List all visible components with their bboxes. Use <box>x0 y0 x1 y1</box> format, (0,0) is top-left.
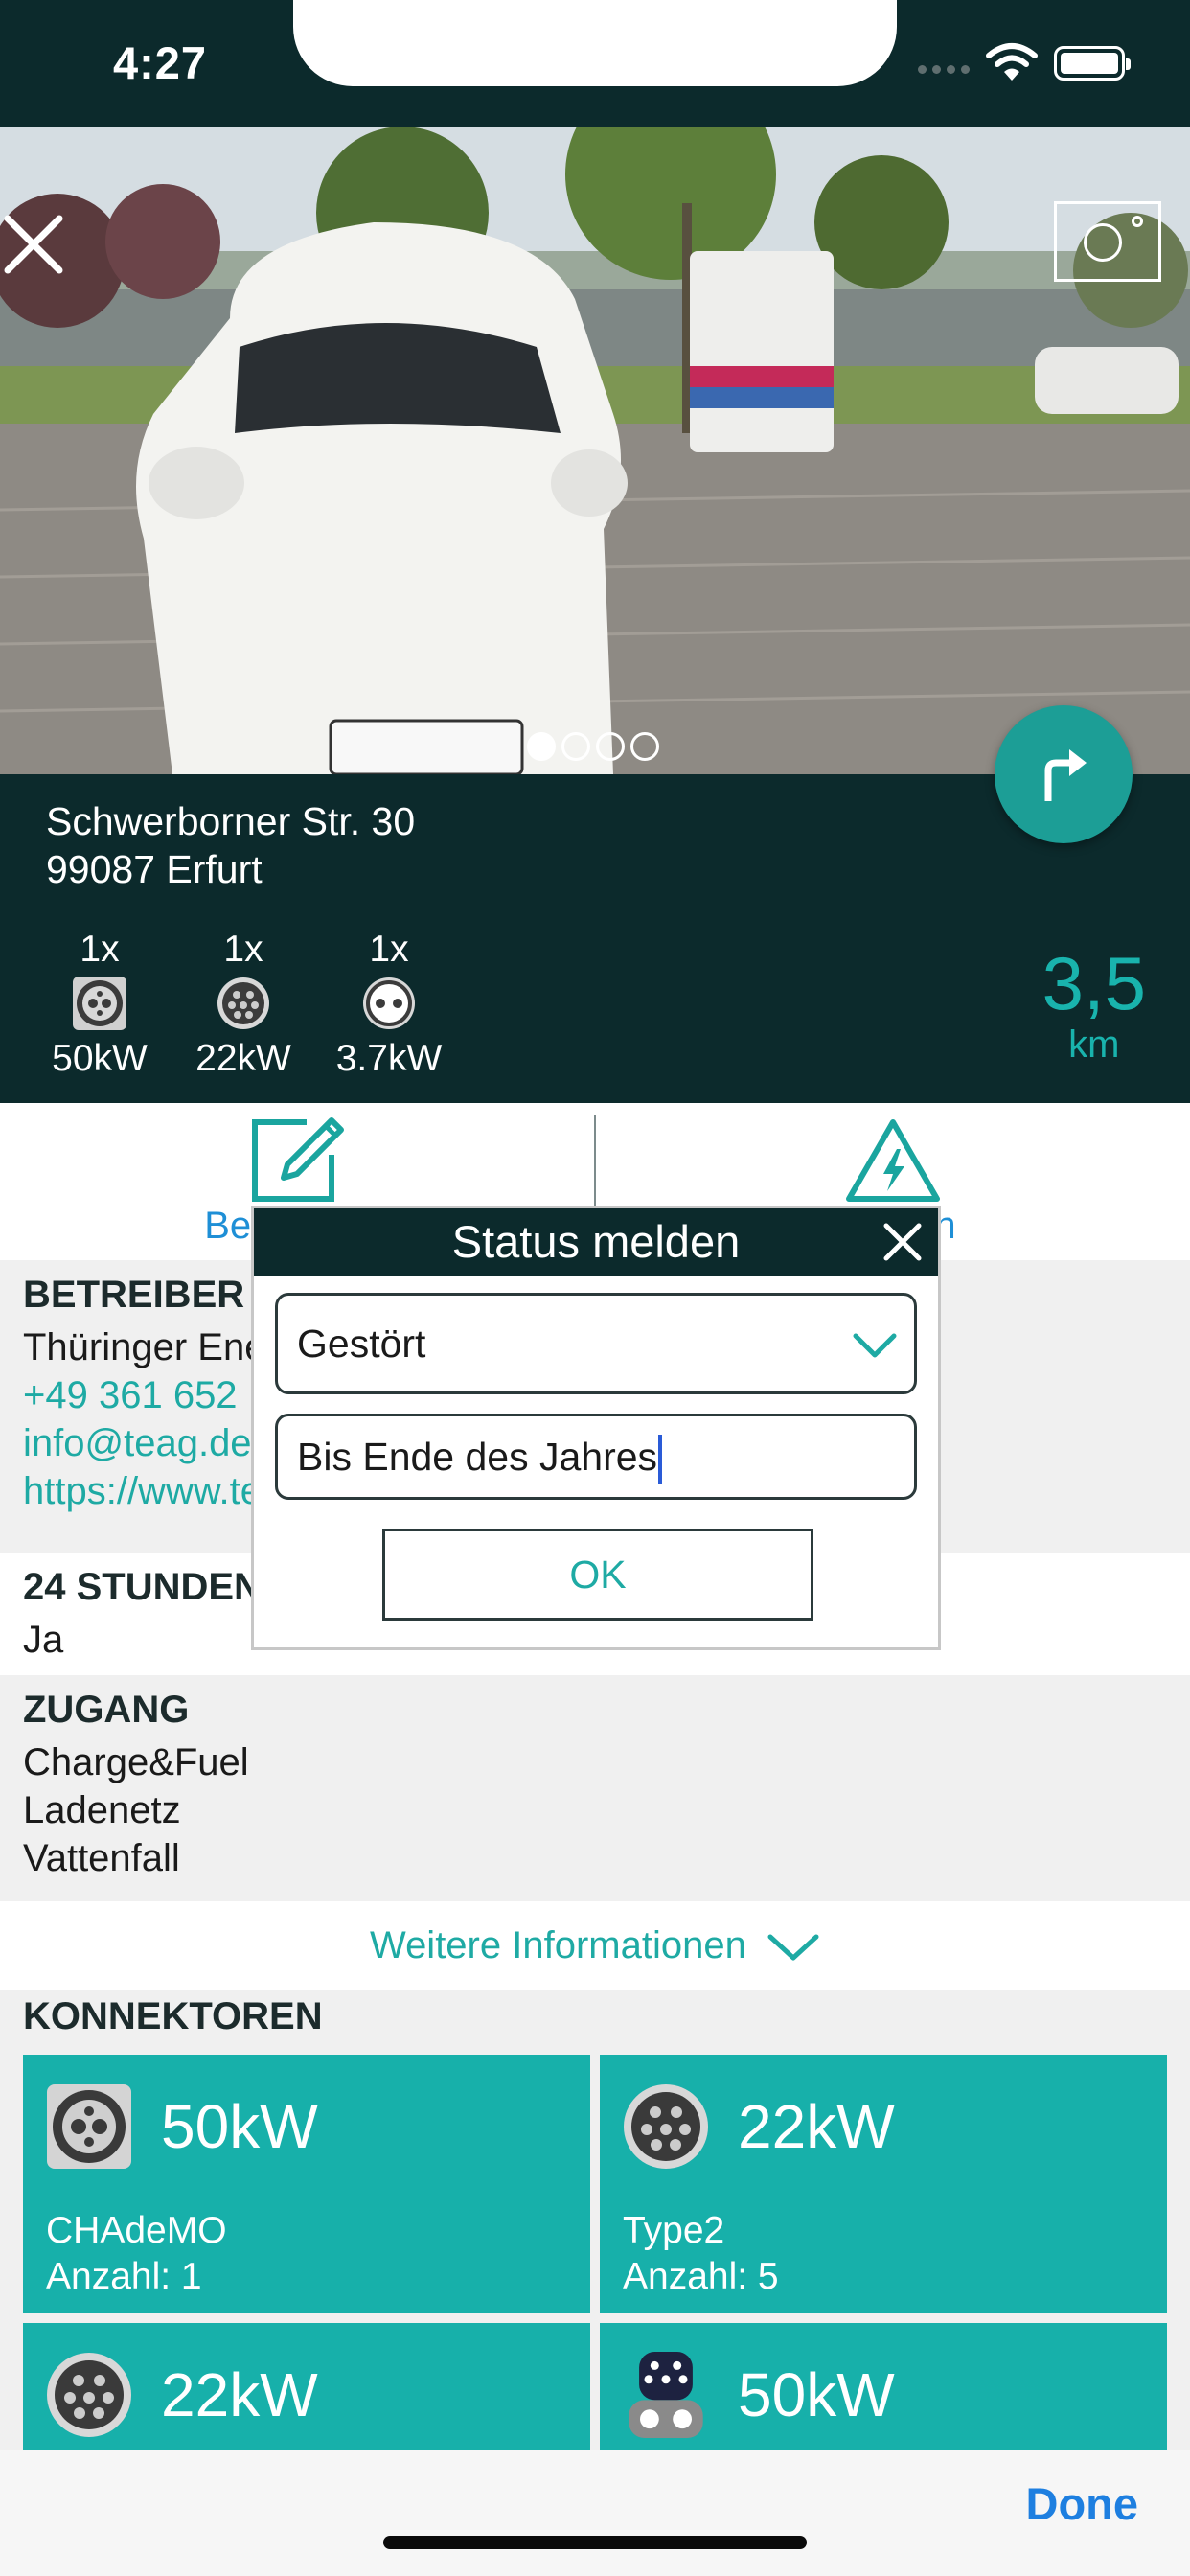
plug-power: 3.7kW <box>335 1038 443 1079</box>
station-address: Schwerborner Str. 30 99087 Erfurt <box>46 797 415 893</box>
device-notch <box>293 0 897 86</box>
done-button[interactable]: Done <box>1026 2477 1139 2530</box>
connectors-title: KONNEKTOREN <box>23 1995 323 2037</box>
connector-tile[interactable]: 22kW Type2 Anzahl: 5 <box>600 2055 1167 2313</box>
warning-lightning-icon <box>846 1119 940 1202</box>
access-section: ZUGANG Charge&Fuel Ladenetz Vattenfall <box>0 1675 1190 1901</box>
connector-power: 22kW <box>738 2092 895 2161</box>
home-indicator[interactable] <box>383 2536 807 2549</box>
distance-unit: km <box>1068 1024 1120 1066</box>
plug-power: 22kW <box>195 1038 291 1079</box>
battery-icon <box>1054 46 1131 80</box>
plug-count: 1x <box>80 929 120 970</box>
page-dot[interactable] <box>630 732 659 761</box>
connector-type: Type2 <box>623 2210 725 2251</box>
more-info-label: Weitere Informationen <box>370 1924 746 1966</box>
access-item: Ladenetz <box>23 1789 181 1831</box>
type2-plug-icon <box>217 978 269 1029</box>
plug-summary-schuko: 1x 3.7kW <box>322 928 456 1081</box>
close-icon[interactable] <box>882 1222 923 1262</box>
connector-type: CHAdeMO <box>46 2210 227 2251</box>
address-city: 99087 Erfurt <box>46 847 263 891</box>
page-dot[interactable] <box>527 732 556 761</box>
distance-readout: 3,5 km <box>1042 943 1146 1067</box>
dialog-title: Status melden <box>254 1208 938 1276</box>
navigate-button[interactable] <box>995 705 1133 843</box>
connector-tile[interactable]: 50kW CHAdeMO Anzahl: 1 <box>23 2055 590 2313</box>
connector-count: Anzahl: 5 <box>623 2256 779 2297</box>
connector-power: 22kW <box>161 2360 318 2429</box>
page-dot[interactable] <box>561 732 590 761</box>
ccs-combo-plug-icon <box>629 2352 703 2438</box>
ok-button[interactable]: OK <box>382 1529 813 1621</box>
page-dot[interactable] <box>596 732 625 761</box>
connector-power: 50kW <box>738 2360 895 2429</box>
connector-power: 50kW <box>161 2092 318 2161</box>
status-comment-input[interactable]: Bis Ende des Jahres <box>275 1414 917 1500</box>
more-info-toggle[interactable]: Weitere Informationen <box>0 1901 1190 1990</box>
status-report-dialog: Status melden Gestört Bis Ende des Jahre… <box>251 1206 941 1650</box>
wifi-icon <box>986 43 1038 80</box>
connector-count: Anzahl: 1 <box>46 2256 202 2297</box>
plug-count: 1x <box>369 929 409 970</box>
chademo-plug-icon <box>47 2084 131 2169</box>
status-comment-value: Bis Ende des Jahres <box>297 1435 658 1479</box>
plug-summary-chademo: 1x 50kW <box>33 928 167 1081</box>
status-select-value: Gestört <box>297 1322 426 1366</box>
text-caret <box>658 1435 663 1485</box>
status-select[interactable]: Gestört <box>275 1293 917 1394</box>
chevron-down-icon <box>853 1333 897 1358</box>
bottom-toolbar: Done <box>0 2450 1190 2576</box>
station-info-panel: Schwerborner Str. 30 99087 Erfurt 1x 50k… <box>0 774 1190 1103</box>
plug-count: 1x <box>223 929 263 970</box>
schuko-plug-icon <box>363 978 415 1029</box>
address-street: Schwerborner Str. 30 <box>46 799 416 843</box>
turn-right-arrow-icon <box>1044 749 1087 801</box>
access-item: Vattenfall <box>23 1837 180 1879</box>
chademo-plug-icon <box>73 977 126 1030</box>
add-photo-camera-icon[interactable] <box>1054 201 1161 282</box>
type2-plug-icon <box>47 2353 131 2437</box>
close-icon[interactable] <box>0 211 67 278</box>
plug-summary-type2: 1x 22kW <box>176 928 310 1081</box>
photo-page-indicator[interactable] <box>527 732 659 761</box>
access-title: ZUGANG <box>23 1689 190 1731</box>
type2-plug-icon <box>624 2084 708 2169</box>
status-bar: 4:27 <box>0 0 1190 126</box>
access-item: Charge&Fuel <box>23 1741 249 1783</box>
cellular-signal-icon <box>918 65 970 74</box>
station-photo-illustration <box>0 126 1190 774</box>
chevron-down-icon <box>767 1934 819 1961</box>
edit-pencil-icon <box>252 1117 344 1202</box>
plug-power: 50kW <box>52 1038 148 1079</box>
distance-value: 3,5 <box>1041 941 1146 1025</box>
station-photo[interactable] <box>0 126 1190 774</box>
status-time: 4:27 <box>113 37 208 88</box>
